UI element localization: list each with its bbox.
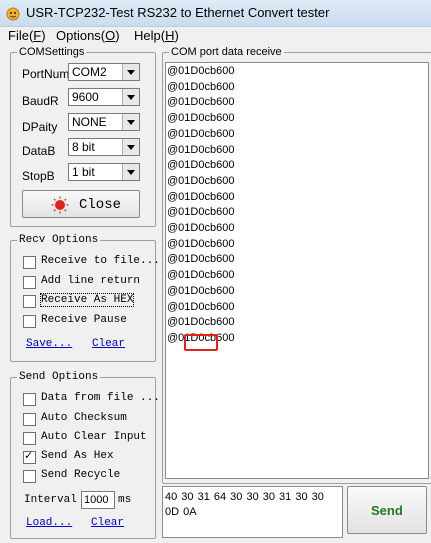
receive-text-area[interactable]: @01D0cb600 @01D0cb600 @01D0cb600 @01D0cb600… — [165, 62, 429, 479]
checkbox-box[interactable] — [23, 470, 36, 483]
checkbox-label: Receive As HEX — [39, 293, 135, 307]
receive-line: @01D0cb600 — [167, 206, 235, 219]
receive-line: @01D0cb600 — [167, 143, 235, 156]
highlight-annotation — [184, 334, 218, 351]
receive-line: @01D0cb600 — [167, 127, 235, 140]
receive-line: @01D0cb600 — [167, 80, 235, 93]
app-icon — [6, 7, 20, 21]
send-hex-text: 40 30 31 64 30 30 30 31 30 30 0D 0A — [165, 491, 324, 518]
port-label: PortNum — [22, 67, 70, 81]
port-select[interactable]: COM2 — [68, 63, 140, 81]
receive-line: @01D0cb600 — [167, 253, 235, 266]
receive-line: @01D0cb600 — [167, 112, 235, 125]
close-button-label: Close — [79, 197, 122, 213]
close-port-button[interactable]: Close — [22, 190, 140, 218]
receive-line: @01D0cb600 — [167, 316, 235, 329]
stopbits-label: StopB — [22, 169, 55, 183]
save-link[interactable]: Save... — [26, 338, 72, 350]
interval-value: 1000 — [84, 494, 109, 506]
receive-line: @01D0cb600 — [167, 222, 235, 234]
stopbits-select[interactable]: 1 bit — [68, 163, 140, 181]
chevron-down-icon[interactable] — [122, 64, 139, 80]
parity-label: DPaity — [22, 120, 58, 134]
recv-clear-link[interactable]: Clear — [92, 338, 125, 350]
baud-label: BaudR — [22, 94, 59, 108]
checkbox-box[interactable] — [23, 256, 36, 269]
receive-line: @01D0cb600 — [167, 300, 235, 313]
checkbox-label: Auto Clear Input — [41, 431, 147, 443]
databits-label: DataB — [22, 144, 56, 158]
checkbox-box[interactable] — [23, 276, 36, 289]
send-options-title: Send Options — [17, 370, 101, 384]
send-input[interactable]: 40 30 31 64 30 30 30 31 30 30 0D 0A — [162, 486, 343, 538]
receive-line: @01D0cb600 — [167, 284, 235, 297]
chevron-down-icon[interactable] — [122, 139, 139, 155]
receive-panel-title: COM port data receive — [169, 45, 284, 59]
databits-select[interactable]: 8 bit — [68, 138, 140, 156]
checkbox-label: Receive to file... — [41, 255, 160, 267]
checkbox-label: Receive Pause — [41, 314, 127, 326]
menu-options[interactable]: Options(O) — [56, 28, 120, 43]
receive-line: @01D0cb600 — [167, 269, 235, 282]
checkbox-box[interactable] — [23, 413, 36, 426]
load-link[interactable]: Load... — [26, 517, 72, 529]
menu-bar: File(F) Options(O) Help(H) — [0, 27, 431, 44]
receive-line: @01D0cb600 — [167, 190, 235, 203]
checkbox-box[interactable] — [23, 449, 36, 464]
checkbox-label: Add line return — [41, 275, 141, 287]
port-value: COM2 — [72, 65, 107, 79]
chevron-down-icon[interactable] — [122, 89, 139, 105]
stopbits-value: 1 bit — [72, 165, 95, 179]
receive-line: @01D0cb600 — [167, 174, 235, 187]
receive-line: @01D0cb600 — [167, 159, 235, 172]
menu-file[interactable]: File(F) — [8, 28, 46, 43]
baud-value: 9600 — [72, 90, 99, 104]
interval-unit: ms — [118, 494, 132, 506]
interval-label: Interval — [24, 494, 77, 506]
menu-help[interactable]: Help(H) — [134, 28, 179, 43]
receive-line: @01D0cb600 — [167, 96, 235, 109]
parity-value: NONE — [72, 115, 107, 129]
checkbox-box[interactable] — [23, 432, 36, 445]
checkbox-box[interactable] — [23, 315, 36, 328]
interval-input[interactable]: 1000 — [81, 491, 115, 509]
checkbox-label: Auto Checksum — [41, 412, 127, 424]
port-status-icon — [51, 196, 69, 214]
send-button[interactable]: Send — [347, 486, 427, 534]
receive-line: @01D0cb600 — [167, 237, 235, 250]
window-title: USR-TCP232-Test RS232 to Ethernet Conver… — [26, 5, 330, 20]
databits-value: 8 bit — [72, 140, 95, 154]
chevron-down-icon[interactable] — [122, 114, 139, 130]
checkbox-box[interactable] — [23, 393, 36, 406]
checkbox-label: Data from file ... — [41, 392, 160, 404]
checkbox-label: Send Recycle — [41, 469, 121, 481]
checkbox-label: Send As Hex — [41, 450, 114, 462]
chevron-down-icon[interactable] — [122, 164, 139, 180]
send-clear-link[interactable]: Clear — [91, 517, 124, 529]
com-settings-title: COMSettings — [17, 45, 87, 59]
checkbox-box[interactable] — [23, 295, 36, 308]
send-button-label: Send — [371, 503, 403, 518]
recv-options-title: Recv Options — [17, 233, 101, 247]
parity-select[interactable]: NONE — [68, 113, 140, 131]
receive-line: @01D0cb600 — [167, 65, 235, 77]
title-bar[interactable]: USR-TCP232-Test RS232 to Ethernet Conver… — [0, 0, 431, 27]
baud-select[interactable]: 9600 — [68, 88, 140, 106]
